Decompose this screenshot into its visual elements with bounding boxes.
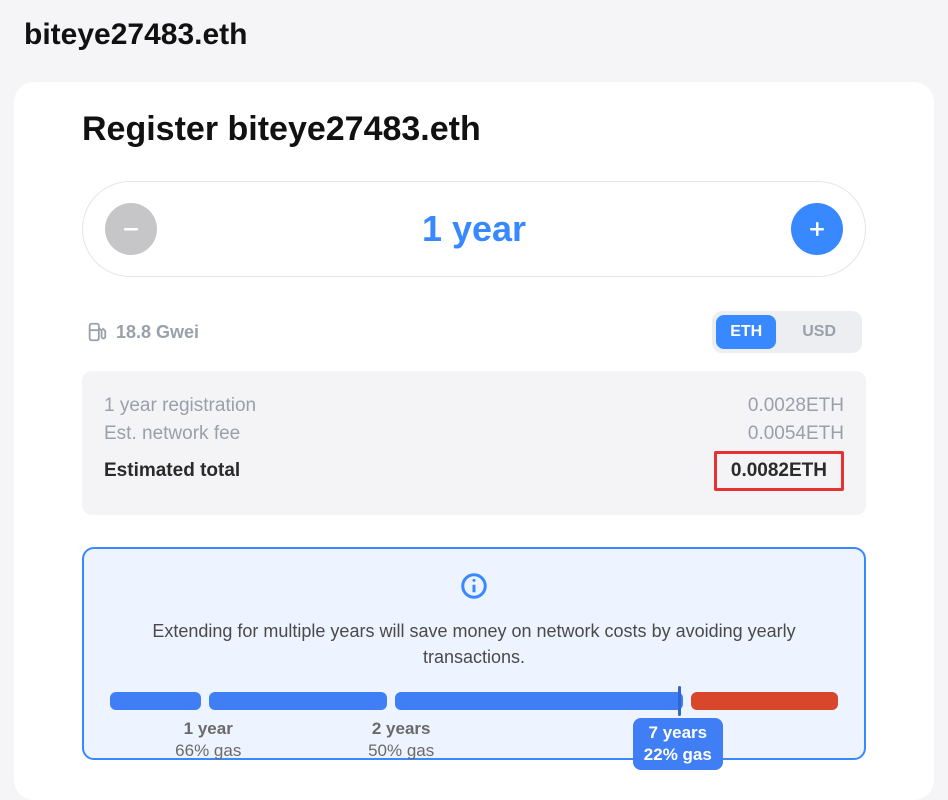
- bar-label-2yr: 2 years 50% gas: [356, 718, 446, 762]
- minus-icon: [119, 217, 143, 241]
- price-value: 0.0054ETH: [748, 423, 844, 445]
- bar-label-years: 2 years: [356, 718, 446, 740]
- price-box: 1 year registration 0.0028ETH Est. netwo…: [82, 371, 866, 515]
- gas-pump-icon: [86, 321, 108, 343]
- currency-usd[interactable]: USD: [788, 315, 850, 349]
- bar-label-gas: 50% gas: [356, 740, 446, 762]
- page-title: biteye27483.eth: [0, 0, 948, 62]
- plus-icon: [805, 217, 829, 241]
- savings-needle[interactable]: [678, 686, 681, 716]
- bar-label-gas: 66% gas: [163, 740, 253, 762]
- bar-label-years: 7 years: [643, 722, 713, 744]
- gas-price: 18.8 Gwei: [86, 321, 199, 343]
- bar-seg-3: [395, 692, 683, 710]
- register-card: Register biteye27483.eth 1 year 18.8 Gwe…: [14, 82, 934, 800]
- bar-label-7yr: 7 years 22% gas: [633, 718, 723, 770]
- bar-label-years: 1 year: [163, 718, 253, 740]
- price-row-network-fee: Est. network fee 0.0054ETH: [104, 423, 844, 445]
- info-icon: [110, 571, 838, 606]
- bar-label-gas: 22% gas: [643, 744, 713, 766]
- multi-year-info: Extending for multiple years will save m…: [82, 547, 866, 760]
- bar-seg-2: [209, 692, 387, 710]
- decrement-button[interactable]: [105, 203, 157, 255]
- price-label: Est. network fee: [104, 423, 240, 445]
- year-value: 1 year: [422, 208, 526, 250]
- price-label: 1 year registration: [104, 395, 256, 417]
- gas-price-value: 18.8 Gwei: [116, 322, 199, 343]
- price-row-total: Estimated total 0.0082ETH: [104, 451, 844, 491]
- price-row-registration: 1 year registration 0.0028ETH: [104, 395, 844, 417]
- price-value: 0.0028ETH: [748, 395, 844, 417]
- bar-label-1yr: 1 year 66% gas: [163, 718, 253, 762]
- increment-button[interactable]: [791, 203, 843, 255]
- savings-bar[interactable]: [110, 692, 838, 710]
- register-heading: Register biteye27483.eth: [82, 110, 866, 149]
- bar-seg-1: [110, 692, 201, 710]
- price-total-value: 0.0082ETH: [714, 451, 844, 491]
- currency-toggle: ETH USD: [712, 311, 862, 353]
- year-stepper: 1 year: [82, 181, 866, 277]
- bar-seg-remaining: [691, 692, 838, 710]
- gas-row: 18.8 Gwei ETH USD: [82, 311, 866, 353]
- info-text: Extending for multiple years will save m…: [124, 618, 824, 670]
- price-total-label: Estimated total: [104, 460, 240, 482]
- currency-eth[interactable]: ETH: [716, 315, 776, 349]
